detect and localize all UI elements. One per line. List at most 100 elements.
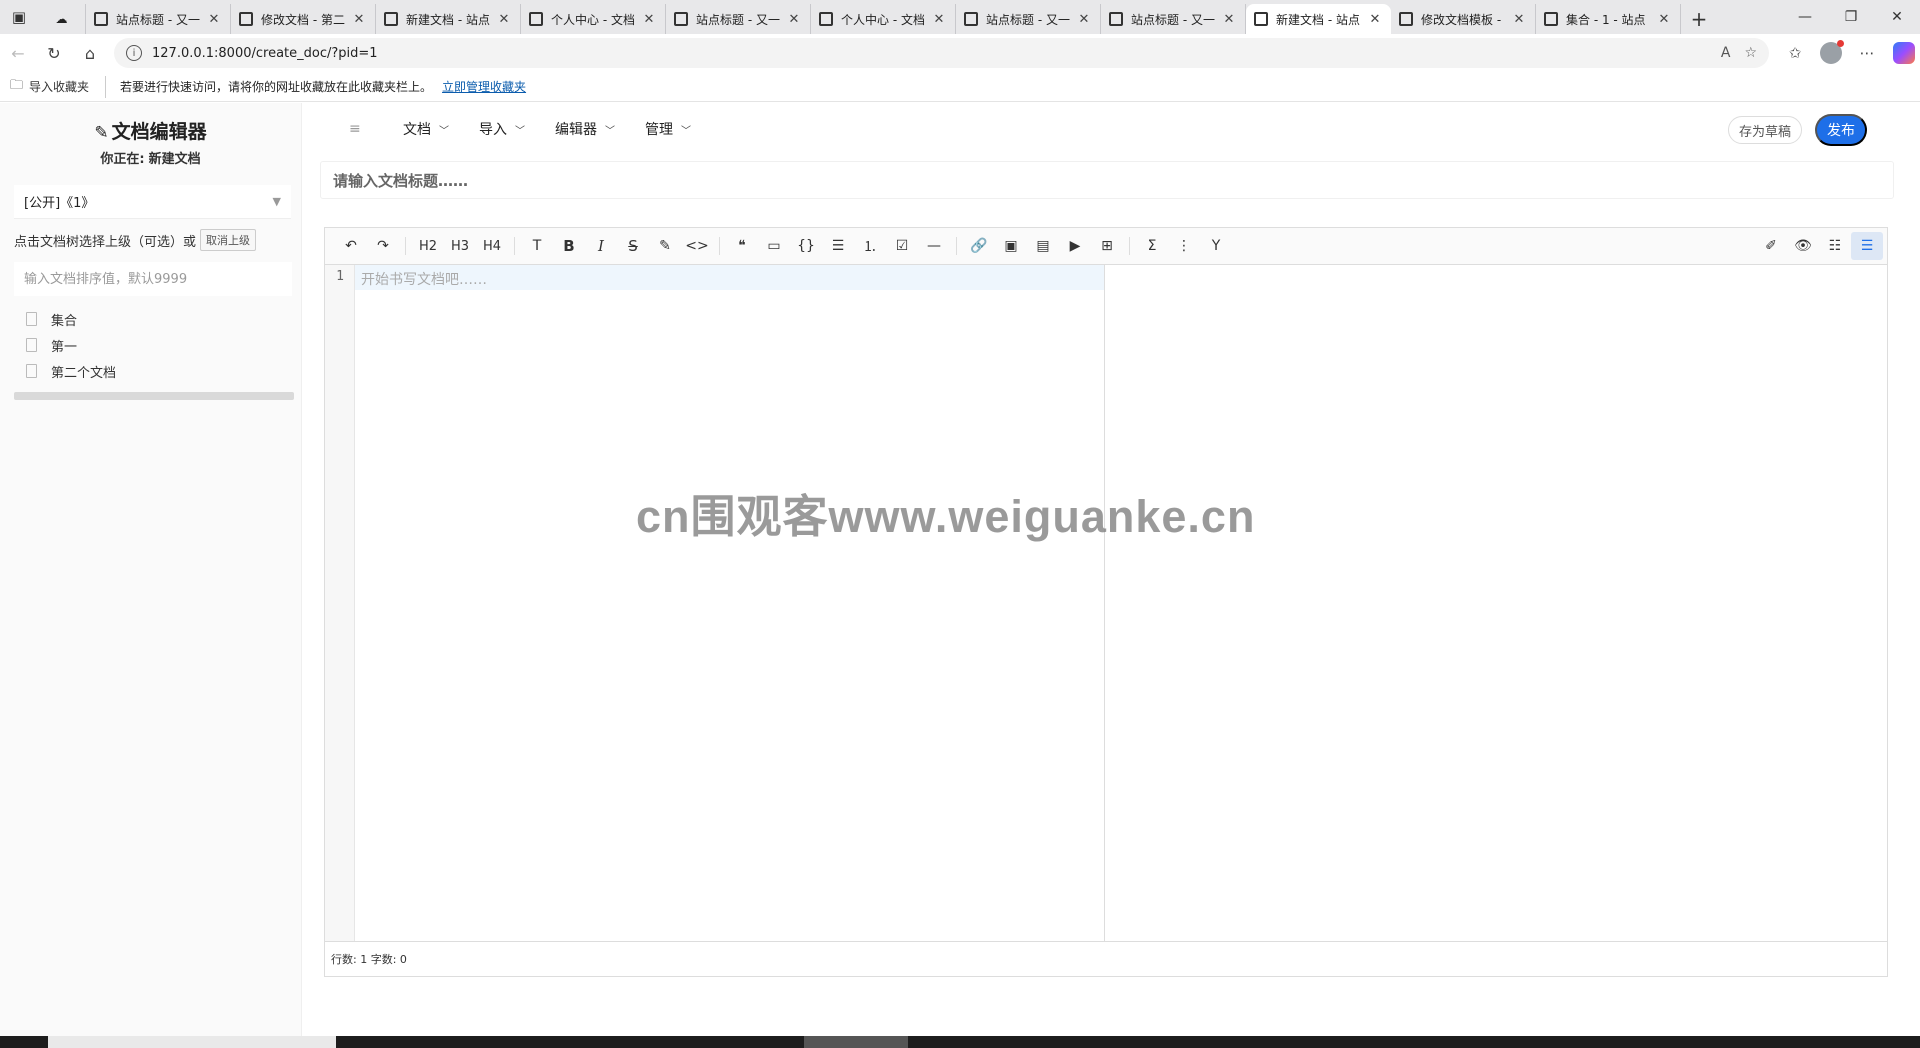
ordered-list-icon[interactable]: ⒈ [854, 232, 886, 260]
close-tab-icon[interactable]: ✕ [1367, 12, 1383, 27]
copilot-icon[interactable] [1893, 42, 1915, 64]
parent-selector-row: 点击文档树选择上级（可选）或 取消上级 [14, 229, 301, 251]
toc-icon[interactable]: ☷ [1819, 232, 1851, 260]
comment-icon[interactable]: ▭ [758, 232, 790, 260]
read-aloud-icon[interactable]: A [1721, 45, 1731, 61]
minimize-icon[interactable]: — [1782, 0, 1828, 34]
undo-icon[interactable]: ↶ [335, 232, 367, 260]
more-options-icon[interactable]: ⋯ [1849, 38, 1885, 68]
close-tab-icon[interactable]: ✕ [1656, 12, 1672, 27]
browser-tab[interactable]: 站点标题 - 又一 ✕ [956, 4, 1101, 34]
horizontal-rule-icon[interactable]: — [918, 232, 950, 260]
import-favorites-button[interactable]: 🗀 导入收藏夹 [10, 75, 107, 98]
split-view-icon[interactable]: ☰ [1851, 232, 1883, 260]
save-draft-button[interactable]: 存为草稿 [1727, 116, 1802, 144]
image-icon[interactable]: ▣ [995, 232, 1027, 260]
page-favicon-icon [1254, 12, 1268, 26]
browser-tab[interactable]: 站点标题 - 又一 ✕ [86, 4, 231, 34]
main-area: ≡ 文档 ﹀ 导入 ﹀ 编辑器 ﹀ 管理 ﹀ 存为草稿 发布 请输入文档标题…… ↶ ↷… [303, 103, 1920, 1036]
redo-icon[interactable]: ↷ [367, 232, 399, 260]
nav-docs[interactable]: 文档 ﹀ [403, 119, 449, 139]
browser-tab[interactable]: 修改文档模板 - ✕ [1391, 4, 1536, 34]
publish-button[interactable]: 发布 [1815, 114, 1867, 146]
hamburger-menu-icon[interactable]: ≡ [349, 121, 363, 137]
close-tab-icon[interactable]: ✕ [351, 12, 367, 27]
tab-actions-icon[interactable]: ▣ [0, 0, 38, 34]
close-tab-icon[interactable]: ✕ [641, 12, 657, 27]
edit-mode-icon[interactable]: ✐ [1755, 232, 1787, 260]
close-window-icon[interactable]: ✕ [1874, 0, 1920, 34]
close-tab-icon[interactable]: ✕ [496, 12, 512, 27]
restore-icon[interactable]: ❐ [1828, 0, 1874, 34]
text-style-button[interactable]: T [521, 232, 553, 260]
edit-pane[interactable]: 1 开始书写文档吧…… [325, 265, 1105, 941]
browser-tab[interactable]: 站点标题 - 又一 ✕ [666, 4, 811, 34]
profile-avatar[interactable] [1820, 40, 1844, 64]
favorites-icon[interactable]: ✩ [1777, 38, 1813, 68]
italic-button[interactable]: I [585, 232, 617, 260]
tree-node[interactable]: 第一 [26, 332, 301, 358]
favorite-star-icon[interactable]: ☆ [1744, 45, 1757, 61]
taskbar-item[interactable] [804, 1036, 908, 1048]
video-icon[interactable]: ▶ [1059, 232, 1091, 260]
nav-import[interactable]: 导入 ﹀ [479, 119, 525, 139]
checklist-icon[interactable]: ☑ [886, 232, 918, 260]
project-select[interactable]: [公开]《1》 ▼ [14, 185, 291, 219]
browser-tab[interactable]: 站点标题 - 又一 ✕ [1101, 4, 1246, 34]
nav-manage[interactable]: 管理 ﹀ [645, 119, 691, 139]
tab-title: 集合 - 1 - 站点 [1566, 12, 1646, 27]
browser-tab[interactable]: 新建文档 - 站点 ✕ [376, 4, 521, 34]
editor-title-text: 文档编辑器 [111, 121, 207, 143]
sidebar: ✎ 文档编辑器 你正在: 新建文档 [公开]《1》 ▼ 点击文档树选择上级（可选）或取… [0, 103, 302, 1036]
browser-tab-active[interactable]: 新建文档 - 站点 ✕ [1246, 4, 1391, 34]
preview-icon[interactable]: 👁 [1787, 232, 1819, 260]
code-block-icon[interactable]: {} [790, 232, 822, 260]
highlight-icon[interactable]: ✎ [649, 232, 681, 260]
close-tab-icon[interactable]: ✕ [1076, 12, 1092, 27]
document-icon [26, 312, 37, 326]
taskbar-item[interactable] [48, 1036, 336, 1048]
sort-order-input[interactable] [14, 262, 292, 296]
nav-label: 文档 [403, 122, 431, 138]
close-tab-icon[interactable]: ✕ [1511, 12, 1527, 27]
code-icon[interactable]: <> [681, 232, 713, 260]
tree-scrollbar[interactable] [14, 392, 294, 400]
site-info-icon[interactable]: i [126, 45, 142, 61]
chart-icon[interactable]: Y [1200, 232, 1232, 260]
status-text: 行数: 1 字数: 0 [331, 953, 407, 966]
attachment-icon[interactable]: ▤ [1027, 232, 1059, 260]
heading3-button[interactable]: H3 [444, 232, 476, 260]
toolbar-divider [514, 237, 515, 255]
doc-title-input[interactable]: 请输入文档标题…… [320, 161, 1894, 199]
browser-tab[interactable]: 修改文档 - 第二 ✕ [231, 4, 376, 34]
tree-node[interactable]: 集合 [26, 306, 301, 332]
formula-icon[interactable]: Σ [1136, 232, 1168, 260]
mindmap-icon[interactable]: ⋮ [1168, 232, 1200, 260]
quote-icon[interactable]: ❝ [726, 232, 758, 260]
close-tab-icon[interactable]: ✕ [786, 12, 802, 27]
heading2-button[interactable]: H2 [412, 232, 444, 260]
address-input[interactable]: i 127.0.0.1:8000/create_doc/?pid=1 A ☆ [114, 38, 1769, 68]
browser-tab[interactable]: 集合 - 1 - 站点 ✕ [1536, 4, 1681, 34]
cancel-parent-button[interactable]: 取消上级 [200, 229, 257, 251]
tab-title: 修改文档模板 - [1421, 12, 1502, 27]
browser-tab[interactable]: 个人中心 - 文档 ✕ [811, 4, 956, 34]
browser-tab[interactable]: 个人中心 - 文档 ✕ [521, 4, 666, 34]
close-tab-icon[interactable]: ✕ [206, 12, 222, 27]
heading4-button[interactable]: H4 [476, 232, 508, 260]
table-icon[interactable]: ⊞ [1091, 232, 1123, 260]
bold-button[interactable]: B [553, 232, 585, 260]
browser-tab[interactable]: ☁ [38, 4, 86, 34]
back-icon[interactable]: ← [0, 37, 36, 69]
link-icon[interactable]: 🔗 [963, 232, 995, 260]
home-icon[interactable]: ⌂ [72, 37, 108, 69]
nav-editor[interactable]: 编辑器 ﹀ [555, 119, 615, 139]
close-tab-icon[interactable]: ✕ [1221, 12, 1237, 27]
tree-node[interactable]: 第二个文档 [26, 358, 301, 384]
strikethrough-button[interactable]: S [617, 232, 649, 260]
new-tab-button[interactable]: + [1681, 4, 1717, 34]
bullet-list-icon[interactable]: ☰ [822, 232, 854, 260]
close-tab-icon[interactable]: ✕ [931, 12, 947, 27]
manage-favorites-link[interactable]: 立即管理收藏夹 [442, 78, 526, 95]
refresh-icon[interactable]: ↻ [36, 37, 72, 69]
